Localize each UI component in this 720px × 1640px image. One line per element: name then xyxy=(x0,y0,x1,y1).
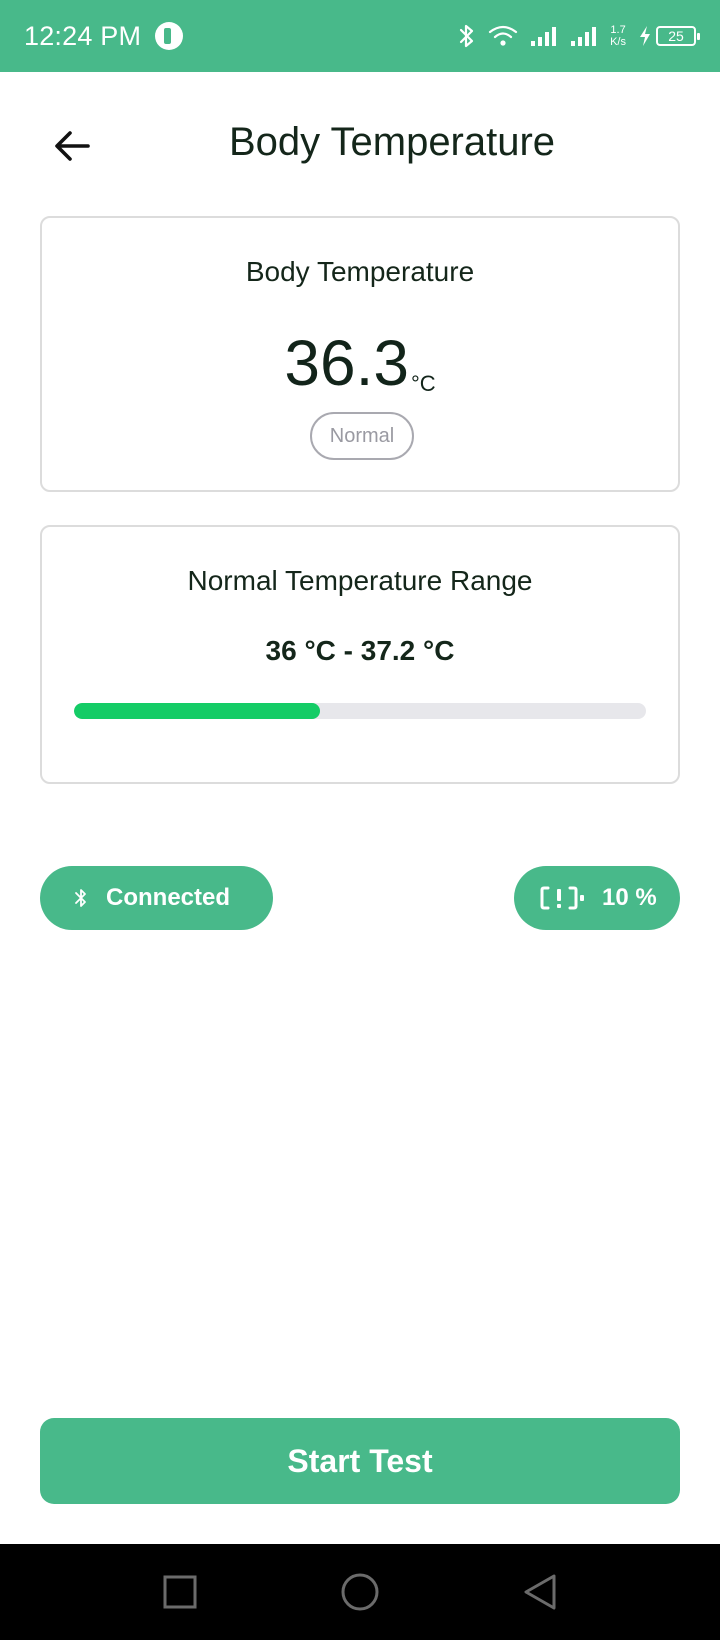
range-card: Normal Temperature Range 36 °C - 37.2 °C xyxy=(40,525,680,784)
progress-fill xyxy=(74,703,320,719)
navigation-bar xyxy=(0,1544,720,1640)
signal-icon xyxy=(530,25,558,47)
status-badge: Normal xyxy=(310,412,414,460)
status-left: 12:24 PM xyxy=(24,20,184,52)
start-test-button[interactable]: Start Test xyxy=(40,1418,680,1504)
battery-status: 25 xyxy=(638,25,700,47)
battery-level: 25 xyxy=(668,28,684,44)
device-battery-label: 10 % xyxy=(602,884,657,911)
temperature-unit: °C xyxy=(410,371,436,396)
battery-icon: 25 xyxy=(656,26,700,46)
status-time: 12:24 PM xyxy=(24,20,142,51)
header: Body Temperature xyxy=(0,90,720,200)
connection-status-chip[interactable]: Connected xyxy=(40,866,273,930)
temperature-card: Body Temperature 36.3°C Normal xyxy=(40,216,680,492)
bluetooth-icon xyxy=(458,23,476,49)
status-right: 1.7 K/s 25 xyxy=(458,23,700,49)
home-button[interactable] xyxy=(336,1568,384,1616)
temperature-reading: 36.3°C xyxy=(42,326,678,400)
recents-square-icon xyxy=(163,1575,197,1609)
back-triangle-icon xyxy=(524,1574,556,1610)
recents-button[interactable] xyxy=(156,1568,204,1616)
connection-label: Connected xyxy=(106,884,231,911)
battery-alert-icon xyxy=(540,886,584,910)
bluetooth-icon xyxy=(75,889,86,907)
status-bar: 12:24 PM 1.7 K/s 25 xyxy=(0,0,720,72)
range-card-label: Normal Temperature Range xyxy=(187,565,533,596)
home-circle-icon xyxy=(341,1573,379,1611)
net-speed-value: 1.7 xyxy=(610,24,626,36)
page-title: Body Temperature xyxy=(228,120,556,164)
signal-icon xyxy=(570,25,598,47)
app-notification-icon xyxy=(155,22,184,50)
charging-icon xyxy=(640,26,650,46)
wifi-icon xyxy=(488,24,518,48)
temperature-card-label: Body Temperature xyxy=(245,256,475,287)
net-speed: 1.7 K/s xyxy=(610,24,626,48)
system-back-button[interactable] xyxy=(516,1568,564,1616)
net-speed-unit: K/s xyxy=(610,36,626,48)
temperature-value: 36.3 xyxy=(284,327,409,399)
range-value: 36 °C - 37.2 °C xyxy=(265,635,455,666)
device-battery-chip[interactable]: 10 % xyxy=(514,866,680,930)
temperature-progress-bar xyxy=(74,703,646,719)
